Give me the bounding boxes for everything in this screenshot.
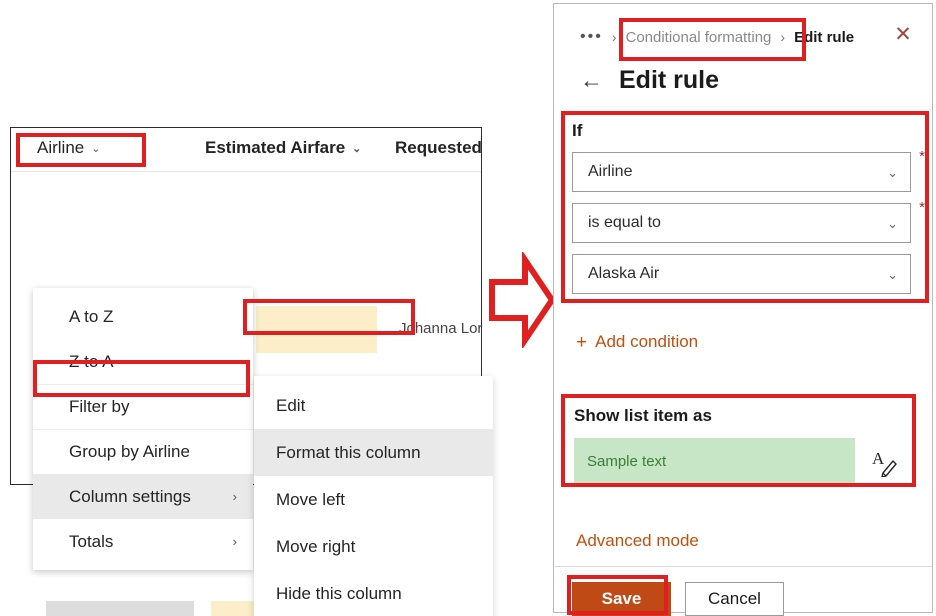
submenu-item-move-left[interactable]: Move left [254,476,493,523]
condition-value-dropdown[interactable]: Alaska Air ⌄ [572,254,911,294]
column-header-airline-label: Airline [37,138,85,157]
cancel-button[interactable]: Cancel [685,582,784,616]
submenu-item-label: Edit [276,395,306,415]
menu-item-filter-by[interactable]: Filter by [33,384,253,429]
chevron-right-icon: › [611,29,617,45]
submenu-item-edit[interactable]: Edit [254,382,493,429]
menu-item-column-settings[interactable]: Column settings › [33,474,253,519]
submenu-item-label: Format this column [276,442,421,462]
required-asterisk: * [919,148,925,165]
chevron-down-icon: ⌄ [352,142,362,155]
chevron-down-icon: ⌄ [887,164,898,180]
chevron-down-icon: ⌄ [887,215,898,231]
column-header-estimated-airfare[interactable]: Estimated Airfare ⌄ [205,138,361,158]
condition-operator-value: is equal to [588,214,661,231]
menu-item-label: A to Z [69,306,114,326]
edit-rule-pane: ••• › Conditional formatting › Edit rule… [553,3,933,616]
breadcrumb-overflow-icon[interactable]: ••• [580,28,603,46]
style-preview-box[interactable]: Sample text [574,438,855,485]
column-header-requested[interactable]: Requested [395,138,482,158]
row-placeholder-yellow [211,601,256,616]
if-section: If Airline ⌄ * is equal to ⌄ * Alaska Ai… [566,112,925,308]
condition-value-value: Alaska Air [588,265,660,282]
menu-item-label: Column settings [69,486,191,506]
chevron-right-icon: › [232,489,237,504]
add-condition-label: Add condition [595,332,699,351]
style-preview-text: Sample text [587,453,667,470]
menu-item-label: Totals [69,531,114,551]
plus-icon: + [576,331,588,353]
text-style-edit-icon[interactable]: A [872,447,898,478]
menu-item-label: Group by Airline [69,442,190,461]
row-placeholder-gray [46,601,194,616]
menu-item-a-to-z[interactable]: A to Z [33,294,253,339]
preview-row: Sample text A [574,438,921,485]
back-arrow-icon[interactable]: ← [580,69,603,92]
menu-item-label: Filter by [69,397,130,416]
page-title: Edit rule [619,66,720,94]
add-condition-button[interactable]: + Add condition [576,332,698,352]
highlighted-cell-yellow [256,306,377,353]
cell-requester-name: Johanna Lor [399,320,483,337]
condition-value-row: Alaska Air ⌄ [572,254,911,294]
save-button[interactable]: Save [572,582,671,616]
svg-text:A: A [872,449,885,468]
condition-operator-dropdown[interactable]: is equal to ⌄ [572,203,911,243]
footer-divider [555,566,932,567]
breadcrumb: ••• › Conditional formatting › Edit rule [580,28,854,46]
footer-buttons: Save Cancel [572,582,784,616]
close-icon[interactable]: ✕ [890,21,916,47]
chevron-down-icon: ⌄ [887,266,898,282]
breadcrumb-item-conditional-formatting[interactable]: Conditional formatting [625,29,771,46]
submenu-item-format-this-column[interactable]: Format this column [254,429,493,476]
column-header-estimated-airfare-label: Estimated Airfare [205,138,346,157]
condition-column-row: Airline ⌄ * [572,149,925,192]
condition-operator-row: is equal to ⌄ * [572,200,925,243]
pane-title-row: ← Edit rule [580,66,719,95]
submenu-item-move-right[interactable]: Move right [254,523,493,570]
menu-item-group-by-airline[interactable]: Group by Airline [33,429,253,474]
submenu-item-hide-this-column[interactable]: Hide this column [254,570,493,616]
menu-item-label: Z to A [69,351,114,371]
chevron-right-icon: › [780,29,786,45]
submenu-item-label: Move right [276,536,356,556]
breadcrumb-item-edit-rule: Edit rule [794,28,855,46]
condition-column-value: Airline [588,163,633,180]
advanced-mode-link[interactable]: Advanced mode [576,531,699,551]
chevron-right-icon: › [232,534,237,549]
list-view-panel: Airline ⌄ Estimated Airfare ⌄ Requested … [10,127,493,616]
chevron-down-icon: ⌄ [91,142,101,155]
column-header-row: Airline ⌄ Estimated Airfare ⌄ Requested [11,128,482,172]
if-section-label: If [572,121,583,140]
show-list-item-as-section: Show list item as Sample text A [566,396,921,499]
column-header-requested-label: Requested [395,138,482,157]
submenu-item-label: Move left [276,489,345,509]
submenu-item-label: Hide this column [276,583,402,603]
menu-item-totals[interactable]: Totals › [33,519,253,564]
column-header-airline[interactable]: Airline ⌄ [37,138,100,158]
red-right-arrow-icon [489,250,556,350]
column-settings-submenu: Edit Format this column Move left Move r… [254,376,493,616]
screenshot-root: Airline ⌄ Estimated Airfare ⌄ Requested … [0,0,936,616]
required-asterisk: * [919,199,925,216]
condition-column-dropdown[interactable]: Airline ⌄ [572,152,911,192]
column-dropdown-menu: A to Z Z to A Filter by Group by Airline… [33,288,253,570]
show-list-item-as-label: Show list item as [574,406,712,425]
menu-item-z-to-a[interactable]: Z to A [33,339,253,384]
